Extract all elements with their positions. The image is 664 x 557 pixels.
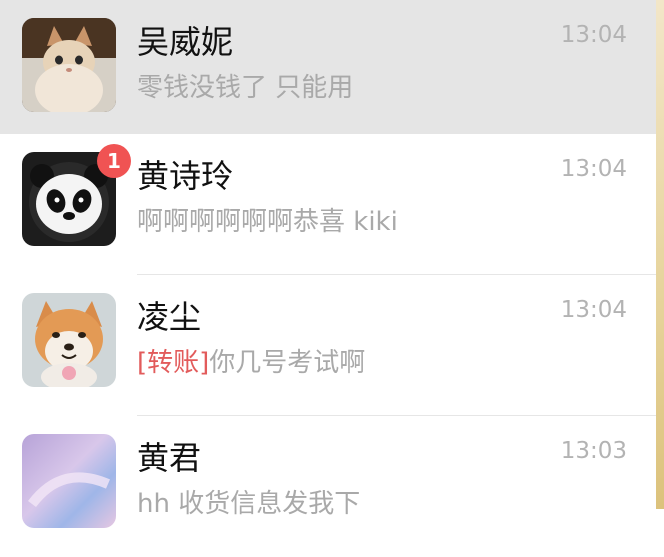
chat-preview: 啊啊啊啊啊啊恭喜 kiki xyxy=(137,207,398,237)
chat-row-huangjun[interactable]: 黄君 13:03 hh 收货信息发我下 xyxy=(0,416,656,557)
right-edge-strip xyxy=(656,0,664,509)
chat-list: 吴威妮 13:04 零钱没钱了 只能用 黄诗玲 13:04 啊啊啊啊啊啊恭喜 k… xyxy=(0,0,656,557)
chat-row-lingchen[interactable]: 凌尘 13:04 [转账]你几号考试啊 xyxy=(0,275,656,416)
chat-time: 13:04 xyxy=(560,297,627,323)
dog-avatar-icon[interactable] xyxy=(22,293,116,387)
chat-preview-text: 你几号考试啊 xyxy=(209,348,366,378)
chat-preview: 零钱没钱了 只能用 xyxy=(137,73,354,103)
unread-badge: 1 xyxy=(97,144,131,178)
iridescent-avatar-icon[interactable] xyxy=(22,434,116,528)
chat-name: 黄诗玲 xyxy=(137,157,234,195)
chat-name: 吴威妮 xyxy=(137,23,234,61)
chat-name: 凌尘 xyxy=(137,298,202,336)
cat-avatar-icon[interactable] xyxy=(22,18,116,112)
chat-row-wuweini[interactable]: 吴威妮 13:04 零钱没钱了 只能用 xyxy=(0,0,656,141)
chat-time: 13:04 xyxy=(560,156,627,182)
chat-name: 黄君 xyxy=(137,439,202,477)
chat-time: 13:04 xyxy=(560,22,627,48)
chat-preview: [转账]你几号考试啊 xyxy=(137,345,365,381)
chat-preview: hh 收货信息发我下 xyxy=(137,489,361,519)
chat-time: 13:03 xyxy=(560,438,627,464)
transfer-tag: [转账] xyxy=(137,348,210,378)
